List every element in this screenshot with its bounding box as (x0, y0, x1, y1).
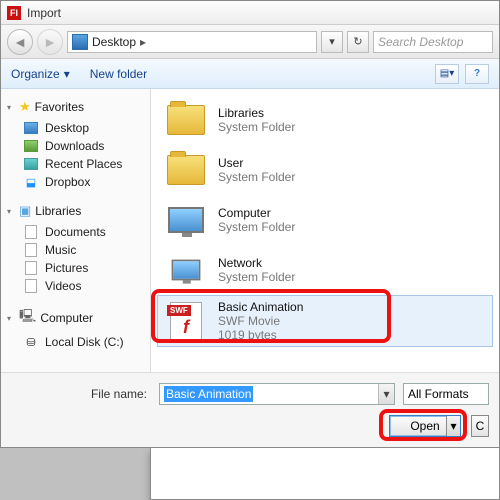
dialog-body: ▾ ★ Favorites Desktop Downloads Recent P… (1, 89, 499, 372)
search-placeholder: Search Desktop (378, 35, 463, 49)
file-entry-user[interactable]: UserSystem Folder (157, 145, 493, 195)
chevron-down-icon: ▾ (64, 67, 70, 81)
refresh-button[interactable]: ↻ (347, 31, 369, 53)
dropbox-icon: ⬓ (23, 175, 39, 189)
chevron-right-icon: ▸ (140, 35, 146, 49)
file-entry-libraries[interactable]: LibrariesSystem Folder (157, 95, 493, 145)
folder-icon (164, 100, 208, 140)
libraries-icon: ▣ (19, 203, 31, 219)
drive-icon: ⛁ (23, 335, 39, 349)
nav-sidebar: ▾ ★ Favorites Desktop Downloads Recent P… (1, 89, 151, 372)
cancel-button[interactable]: C (471, 415, 489, 437)
sidebar-item-downloads[interactable]: Downloads (5, 137, 146, 155)
file-type-filter[interactable]: All Formats (403, 383, 489, 405)
sidebar-item-desktop[interactable]: Desktop (5, 119, 146, 137)
back-button[interactable]: ◄ (7, 29, 33, 55)
sidebar-item-local-disk[interactable]: ⛁Local Disk (C:) (5, 333, 146, 351)
computer-icon: 🖳 (19, 307, 36, 329)
sidebar-item-pictures[interactable]: Pictures (5, 259, 146, 277)
chevron-down-icon[interactable]: ▾ (446, 416, 460, 436)
window-title: Import (27, 6, 61, 20)
organize-button[interactable]: Organize▾ (11, 67, 70, 81)
folder-icon (164, 150, 208, 190)
new-folder-button[interactable]: New folder (90, 67, 147, 81)
search-input[interactable]: Search Desktop (373, 31, 493, 53)
favorites-header[interactable]: ▾ ★ Favorites (5, 95, 146, 119)
file-entry-basic-animation[interactable]: SWFf Basic Animation SWF Movie 1019 byte… (157, 295, 493, 347)
star-icon: ★ (19, 99, 31, 115)
titlebar: Fl Import (1, 1, 499, 25)
sidebar-item-recent-places[interactable]: Recent Places (5, 155, 146, 173)
collapse-icon: ▾ (7, 314, 15, 323)
filename-input[interactable]: Basic Animation ▾ (159, 383, 395, 405)
swf-file-icon: SWFf (164, 301, 208, 341)
breadcrumb-dropdown[interactable]: ▾ (321, 31, 343, 53)
libraries-header[interactable]: ▾ ▣ Libraries (5, 199, 146, 223)
desktop-icon (72, 34, 88, 50)
sidebar-item-music[interactable]: Music (5, 241, 146, 259)
collapse-icon: ▾ (7, 207, 15, 216)
sidebar-item-documents[interactable]: Documents (5, 223, 146, 241)
file-entry-network[interactable]: NetworkSystem Folder (157, 245, 493, 295)
file-list[interactable]: LibrariesSystem Folder UserSystem Folder… (151, 89, 499, 372)
breadcrumb[interactable]: Desktop ▸ (67, 31, 317, 53)
view-options-button[interactable]: ▤▾ (435, 64, 459, 84)
network-icon (164, 250, 208, 290)
background-window (150, 448, 500, 500)
computer-header[interactable]: ▾ 🖳 Computer (5, 303, 146, 333)
collapse-icon: ▾ (7, 103, 15, 112)
sidebar-item-videos[interactable]: Videos (5, 277, 146, 295)
dialog-footer: File name: Basic Animation ▾ All Formats… (1, 372, 499, 447)
sidebar-item-dropbox[interactable]: ⬓Dropbox (5, 173, 146, 191)
nav-bar: ◄ ► Desktop ▸ ▾ ↻ Search Desktop (1, 25, 499, 59)
forward-button[interactable]: ► (37, 29, 63, 55)
help-button[interactable]: ? (465, 64, 489, 84)
file-entry-computer[interactable]: ComputerSystem Folder (157, 195, 493, 245)
breadcrumb-location: Desktop (92, 35, 136, 49)
flash-app-icon: Fl (7, 6, 21, 20)
open-button[interactable]: Open ▾ (389, 415, 461, 437)
computer-icon (164, 200, 208, 240)
toolbar: Organize▾ New folder ▤▾ ? (1, 59, 499, 89)
import-dialog: Fl Import ◄ ► Desktop ▸ ▾ ↻ Search Deskt… (0, 0, 500, 448)
filename-label: File name: (11, 387, 151, 401)
chevron-down-icon[interactable]: ▾ (378, 384, 394, 404)
